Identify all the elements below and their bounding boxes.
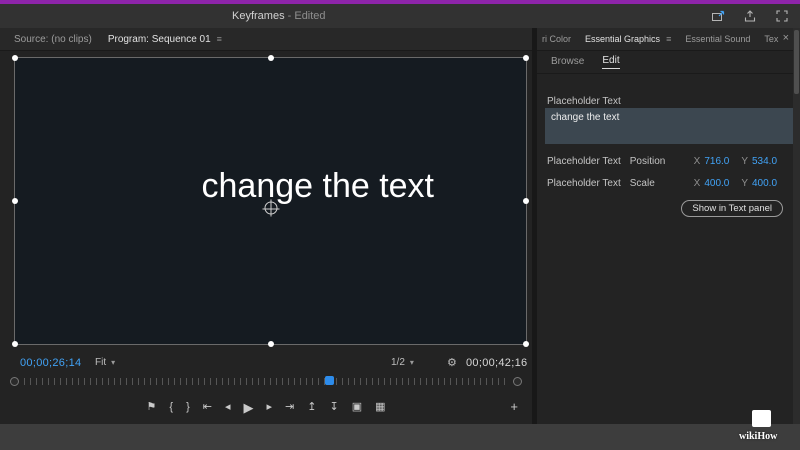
subtab-browse[interactable]: Browse	[551, 56, 584, 69]
tab-program-monitor-label: Program: Sequence 01	[107, 33, 211, 45]
monitor-scrubber[interactable]	[10, 375, 522, 387]
anchor-point-icon[interactable]	[262, 199, 279, 217]
selected-layer-row[interactable]: change the text	[545, 108, 793, 144]
extract-button[interactable]: ↧	[329, 401, 338, 413]
subtab-edit[interactable]: Edit	[602, 55, 620, 69]
playhead-marker[interactable]	[324, 376, 334, 385]
zoom-handle-left[interactable]	[10, 377, 19, 386]
tab-program-monitor[interactable]: Program: Sequence 01 ≡	[108, 34, 222, 45]
close-icon[interactable]: ×	[783, 32, 789, 44]
selection-handle-top-left[interactable]	[12, 55, 18, 61]
fit-dropdown[interactable]: Fit ▾	[95, 357, 115, 368]
program-monitor-canvas[interactable]: change the text	[12, 55, 529, 347]
add-marker-button[interactable]: ⚑	[147, 401, 157, 413]
lift-button[interactable]: ↥	[307, 401, 316, 413]
tab-essential-graphics-label: Essential Graphics	[585, 34, 661, 44]
playback-resolution-dropdown[interactable]: 1/2 ▾	[391, 357, 414, 368]
selection-handle-bottom-right[interactable]	[523, 341, 529, 347]
watermark-box	[752, 410, 771, 427]
go-to-out-button[interactable]: ⇥	[285, 401, 294, 413]
selection-handle-top-right[interactable]	[523, 55, 529, 61]
scale-y-value[interactable]: 400.0	[752, 178, 783, 189]
property-row-scale: Placeholder Text Scale X 400.0 Y 400.0	[547, 176, 783, 190]
selection-handle-top-center[interactable]	[267, 55, 274, 61]
playback-resolution-value: 1/2	[391, 357, 405, 368]
button-editor-plus[interactable]: +	[510, 399, 518, 414]
fit-dropdown-value: Fit	[95, 357, 107, 368]
property-kind: Scale	[629, 177, 655, 189]
window-title: Keyframes - Edited	[232, 10, 326, 22]
transport-controls: ⚑ { } ⇤ ◂ ▶ ▸ ⇥ ↥ ↧ ▣ ▦ +	[0, 392, 532, 422]
monitor-controls-row: 00;00;26;14 Fit ▾ 1/2 ▾ ⚙ 00;00;42;16	[0, 353, 532, 373]
scale-values: X 400.0 Y 400.0	[694, 178, 783, 189]
panel-menu-icon[interactable]: ≡	[666, 34, 671, 44]
monitor-tabstrip: Source: (no clips) Program: Sequence 01 ≡	[0, 28, 532, 51]
quick-export-icon[interactable]	[710, 8, 726, 24]
tab-essential-sound[interactable]: Essential Sound	[685, 34, 750, 44]
watermark-text: wikiHow	[739, 431, 778, 442]
export-frame-button[interactable]: ▣	[352, 401, 362, 413]
program-monitor-panel: Source: (no clips) Program: Sequence 01 ≡…	[0, 28, 532, 424]
position-y-value[interactable]: 534.0	[752, 156, 783, 167]
tab-source-monitor[interactable]: Source: (no clips)	[14, 34, 92, 45]
selection-handle-bottom-left[interactable]	[12, 341, 18, 347]
essential-graphics-panel: ri Color Essential Graphics ≡ Essential S…	[537, 28, 793, 424]
settings-wrench-icon[interactable]: ⚙	[447, 356, 457, 369]
tab-text-partial[interactable]: Tex	[764, 34, 778, 44]
edited-status: - Edited	[284, 10, 326, 22]
y-axis-label: Y	[741, 177, 748, 189]
mark-in-button[interactable]: {	[169, 401, 173, 413]
property-layer-name: Placeholder Text	[547, 177, 621, 189]
chevron-down-icon: ▾	[111, 358, 116, 367]
show-in-text-panel-button[interactable]: Show in Text panel	[681, 200, 783, 217]
mark-out-button[interactable]: }	[186, 401, 190, 413]
chevron-down-icon: ▾	[409, 358, 414, 367]
position-values: X 716.0 Y 534.0	[694, 156, 783, 167]
title-bar: Keyframes - Edited	[0, 4, 800, 29]
layer-name: change the text	[551, 112, 620, 123]
step-back-button[interactable]: ◂	[225, 401, 231, 413]
premiere-window: Keyframes - Edited Source: (no clips) Pr…	[0, 0, 800, 450]
panel-scrollbar[interactable]	[793, 28, 800, 424]
share-icon[interactable]	[742, 8, 758, 24]
position-x-value[interactable]: 716.0	[704, 156, 735, 167]
timeline-strip	[0, 424, 800, 450]
go-to-in-button[interactable]: ⇤	[203, 401, 212, 413]
duration-timecode: 00;00;42;16	[466, 357, 528, 369]
right-tabstrip: ri Color Essential Graphics ≡ Essential S…	[537, 28, 793, 51]
property-row-position: Placeholder Text Position X 716.0 Y 534.…	[547, 154, 783, 168]
panel-menu-icon[interactable]: ≡	[217, 34, 222, 44]
property-kind: Position	[629, 155, 666, 167]
comparison-view-button[interactable]: ▦	[375, 401, 385, 413]
step-forward-button[interactable]: ▸	[267, 401, 273, 413]
fullscreen-icon[interactable]	[774, 8, 790, 24]
current-timecode[interactable]: 00;00;26;14	[20, 357, 81, 369]
selection-handle-bottom-center[interactable]	[267, 341, 274, 347]
project-name: Keyframes	[232, 10, 285, 22]
tab-lumetri-color-partial[interactable]: ri Color	[542, 34, 571, 44]
graphic-text-layer[interactable]: change the text	[202, 167, 435, 206]
play-button[interactable]: ▶	[244, 401, 254, 414]
y-axis-label: Y	[741, 155, 748, 167]
tab-essential-graphics[interactable]: Essential Graphics ≡	[585, 34, 671, 44]
scale-x-value[interactable]: 400.0	[704, 178, 735, 189]
layers-header: Placeholder Text	[547, 96, 621, 107]
graphics-subtabs: Browse Edit	[537, 51, 793, 74]
scrollbar-thumb[interactable]	[794, 30, 799, 94]
selection-handle-mid-left[interactable]	[12, 198, 18, 204]
x-axis-label: X	[693, 155, 701, 167]
zoom-handle-right[interactable]	[513, 377, 522, 386]
x-axis-label: X	[693, 177, 701, 189]
selection-handle-mid-right[interactable]	[523, 198, 529, 204]
time-ruler[interactable]	[24, 378, 508, 385]
property-layer-name: Placeholder Text	[547, 155, 621, 167]
titlebar-icon-group	[710, 8, 790, 24]
